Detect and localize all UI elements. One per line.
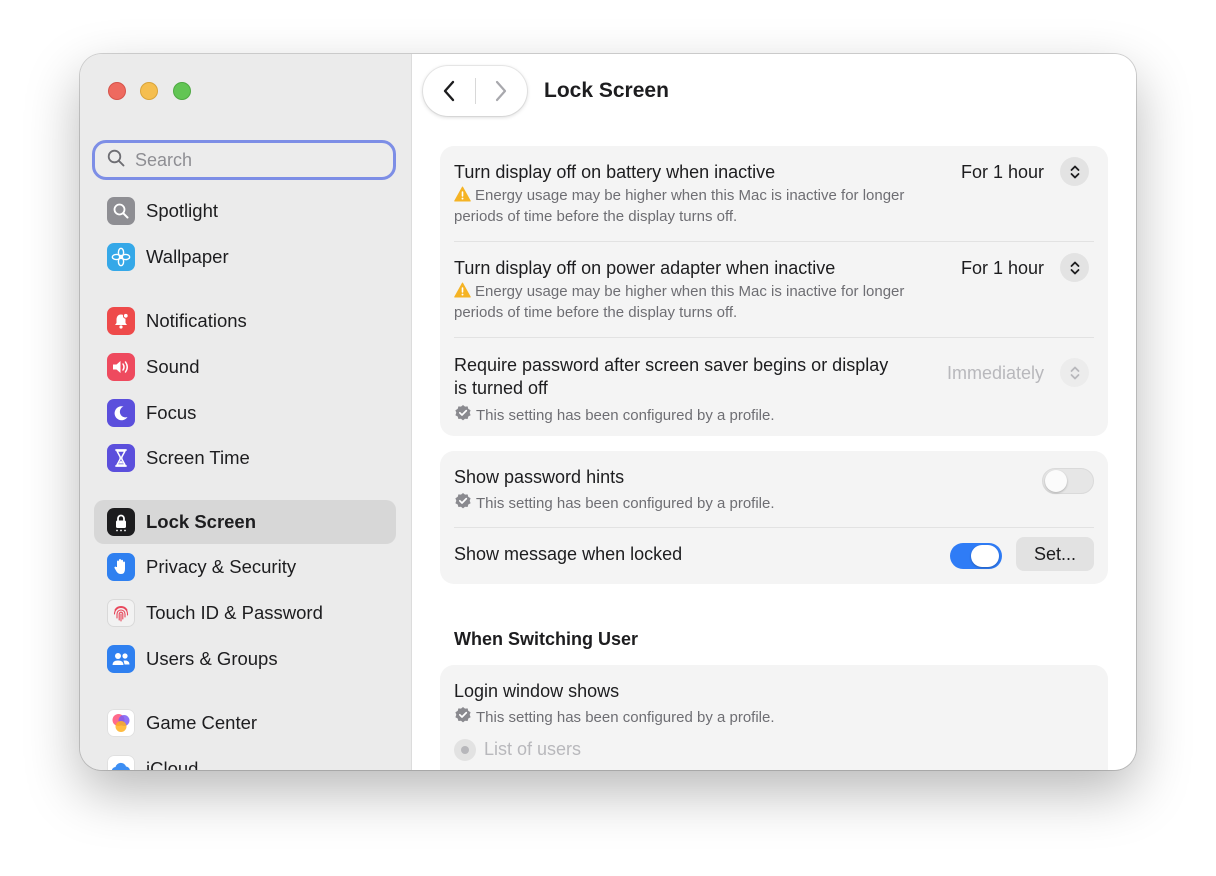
fingerprint-icon	[107, 599, 135, 627]
minimize-window-button[interactable]	[140, 82, 158, 100]
row-title: Require password after screen saver begi…	[454, 355, 889, 398]
require-password-select[interactable]: Immediately	[947, 363, 1044, 384]
password-hints-row: Show password hints This setting has bee…	[454, 465, 1094, 525]
warning-icon	[454, 282, 471, 298]
sidebar-item-focus[interactable]: Focus	[94, 391, 396, 435]
sidebar-item-spotlight[interactable]: Spotlight	[94, 189, 396, 233]
toggle-knob	[971, 545, 999, 567]
sidebar-item-notifications[interactable]: Notifications	[94, 299, 396, 343]
search-field[interactable]	[92, 140, 396, 180]
password-hint-group: Show password hints This setting has bee…	[440, 451, 1108, 584]
lock-screen-icon	[107, 508, 135, 536]
password-hints-toggle[interactable]	[1042, 468, 1094, 494]
forward-button[interactable]	[475, 66, 527, 116]
row-title: Turn display off on power adapter when i…	[454, 258, 836, 278]
search-icon	[107, 149, 125, 172]
display-power-select[interactable]: For 1 hour	[961, 258, 1044, 279]
sidebar-item-icloud[interactable]: iCloud	[94, 747, 396, 770]
row-divider	[454, 527, 1094, 528]
sidebar-item-label: Touch ID & Password	[146, 602, 323, 623]
chevron-right-icon	[495, 80, 507, 102]
sidebar-item-label: Lock Screen	[146, 511, 257, 532]
page-title: Lock Screen	[544, 79, 669, 102]
chevron-left-icon	[443, 80, 455, 102]
sidebar-item-label: iCloud	[146, 758, 199, 770]
close-window-button[interactable]	[108, 82, 126, 100]
settings-window: Spotlight Wallpaper Notifications	[80, 54, 1136, 770]
game-center-icon	[107, 709, 135, 737]
sidebar-item-sound[interactable]: Sound	[94, 345, 396, 389]
message-locked-toggle[interactable]	[950, 543, 1002, 569]
sidebar-item-label: Game Center	[146, 712, 258, 733]
row-title: Turn display off on battery when inactiv…	[454, 162, 776, 182]
sidebar-item-lock-screen[interactable]: Lock Screen	[94, 500, 396, 544]
sidebar-item-label: Spotlight	[146, 200, 218, 221]
login-window-group: Login window shows This setting has been…	[440, 665, 1108, 770]
sidebar-item-game-center[interactable]: Game Center	[94, 701, 396, 745]
toggle-knob	[1045, 470, 1067, 492]
display-power-stepper[interactable]	[1060, 253, 1089, 282]
profile-badge-icon	[455, 707, 471, 723]
sidebar-item-privacy-security[interactable]: Privacy & Security	[94, 545, 396, 589]
login-window-row: Login window shows This setting has been…	[454, 679, 1094, 770]
row-title: Show password hints	[454, 467, 625, 487]
sidebar-item-label: Privacy & Security	[146, 556, 297, 577]
notifications-icon	[107, 307, 135, 335]
up-down-chevron-icon	[1070, 366, 1079, 379]
sidebar-item-label: Users & Groups	[146, 648, 278, 669]
profile-badge-icon	[455, 405, 471, 421]
display-battery-stepper[interactable]	[1060, 157, 1089, 186]
icloud-icon	[107, 755, 135, 770]
sidebar-item-label: Focus	[146, 402, 197, 423]
message-locked-row: Show message when locked Set...	[454, 537, 1094, 577]
sidebar-item-label: Screen Time	[146, 447, 250, 468]
radio-dot	[461, 746, 469, 754]
sidebar: Spotlight Wallpaper Notifications	[80, 54, 412, 770]
sound-icon	[107, 353, 135, 381]
display-battery-select[interactable]: For 1 hour	[961, 162, 1044, 183]
row-divider	[454, 337, 1094, 338]
require-password-stepper[interactable]	[1060, 358, 1089, 387]
warning-icon	[454, 186, 471, 202]
sidebar-item-label: Sound	[146, 356, 200, 377]
privacy-hand-icon	[107, 553, 135, 581]
row-note: Energy usage may be higher when this Mac…	[454, 186, 905, 225]
sidebar-item-touch-id[interactable]: Touch ID & Password	[94, 591, 396, 635]
main-pane: Lock Screen Turn display off on battery …	[412, 54, 1136, 770]
profile-badge-icon	[455, 493, 471, 509]
row-divider	[454, 241, 1094, 242]
display-battery-row: Turn display off on battery when inactiv…	[454, 157, 1094, 244]
row-note: This setting has been configured by a pr…	[454, 404, 775, 426]
row-note: This setting has been configured by a pr…	[454, 706, 775, 728]
row-title: Show message when locked	[454, 544, 683, 564]
row-note: This setting has been configured by a pr…	[454, 492, 775, 514]
list-of-users-radio[interactable]	[454, 739, 476, 761]
up-down-chevron-icon	[1070, 165, 1079, 178]
back-button[interactable]	[423, 66, 475, 116]
sidebar-item-label: Notifications	[146, 310, 247, 331]
display-power-row: Turn display off on power adapter when i…	[454, 253, 1094, 340]
radio-label: List of users	[484, 739, 582, 759]
sidebar-item-users-groups[interactable]: Users & Groups	[94, 637, 396, 681]
set-message-button[interactable]: Set...	[1016, 537, 1094, 571]
spotlight-icon	[107, 197, 135, 225]
wallpaper-icon	[107, 243, 135, 271]
sidebar-item-screen-time[interactable]: Screen Time	[94, 436, 396, 480]
sidebar-item-label: Wallpaper	[146, 246, 229, 267]
zoom-window-button[interactable]	[173, 82, 191, 100]
screen-time-icon	[107, 444, 135, 472]
require-password-row: Require password after screen saver begi…	[454, 353, 1094, 433]
display-settings-group: Turn display off on battery when inactiv…	[440, 146, 1108, 436]
row-note: Energy usage may be higher when this Mac…	[454, 282, 905, 321]
navigation-buttons	[423, 66, 527, 116]
focus-icon	[107, 399, 135, 427]
users-icon	[107, 645, 135, 673]
search-input[interactable]	[133, 148, 387, 172]
up-down-chevron-icon	[1070, 261, 1079, 274]
row-title: Login window shows	[454, 681, 620, 701]
section-heading: When Switching User	[454, 629, 639, 649]
sidebar-item-wallpaper[interactable]: Wallpaper	[94, 235, 396, 279]
